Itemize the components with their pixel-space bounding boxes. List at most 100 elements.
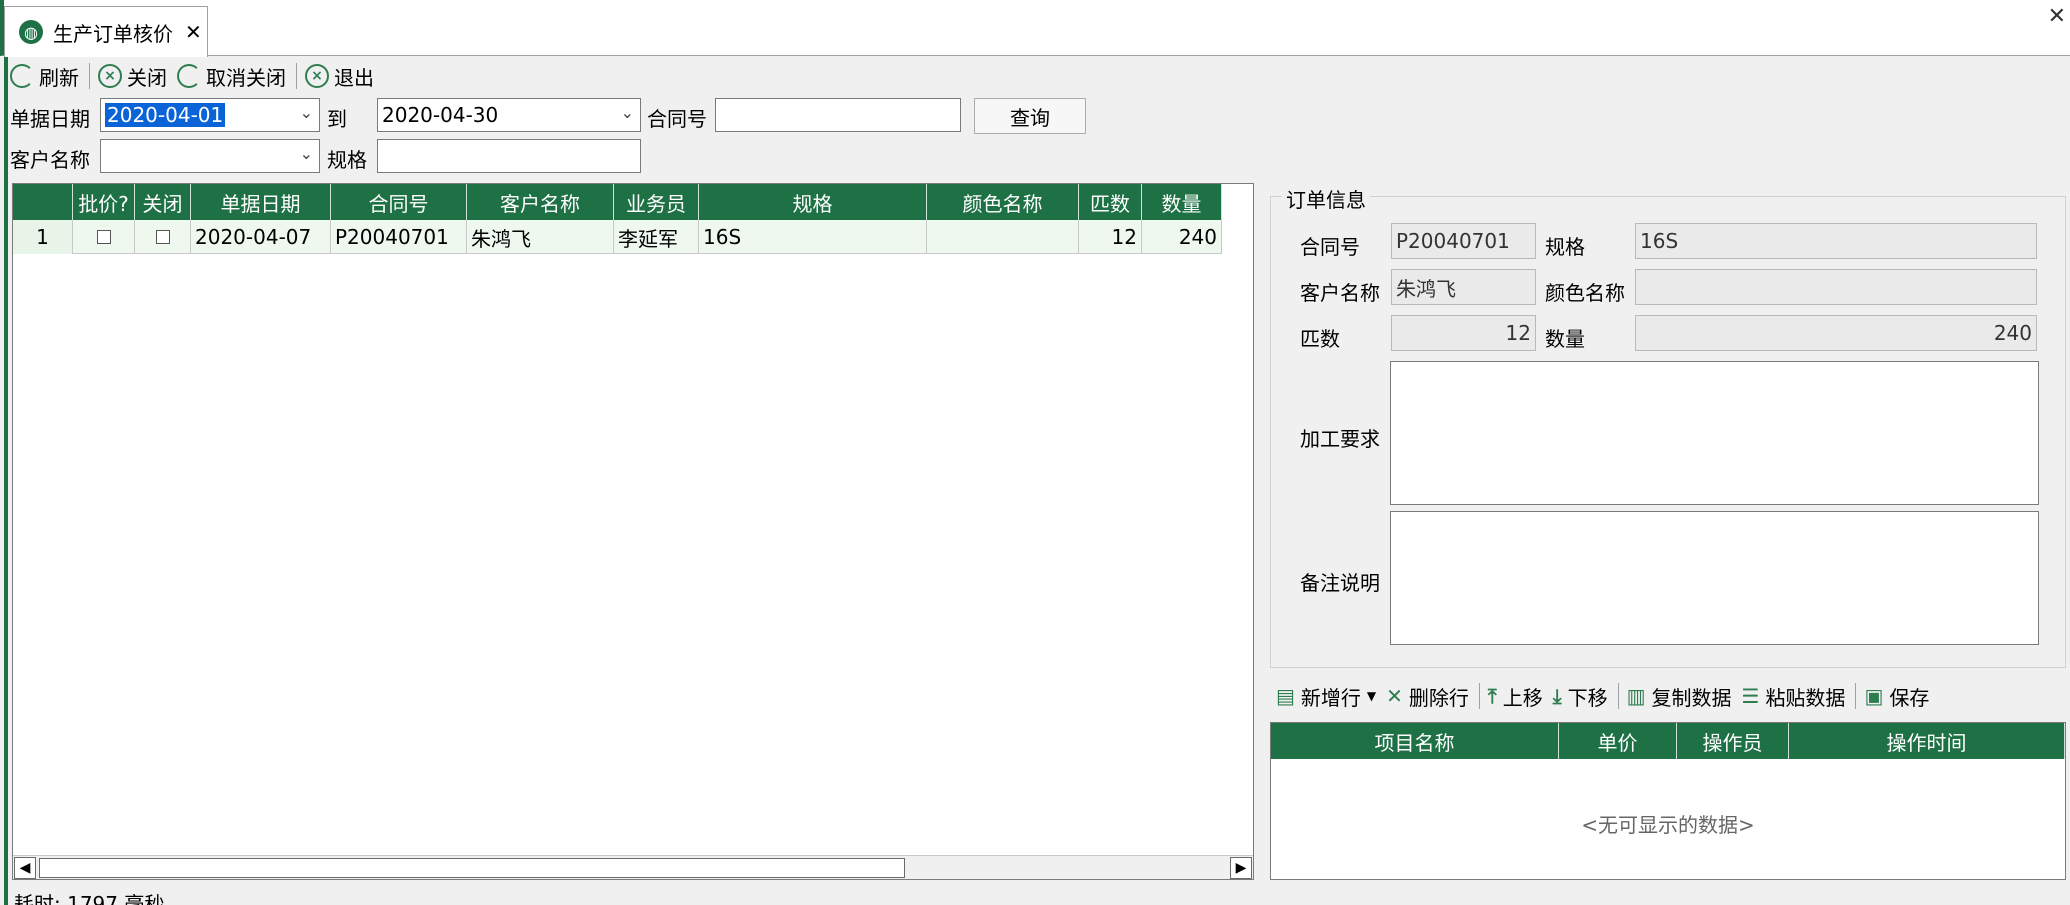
copy-icon: ▥: [1626, 684, 1646, 708]
list-icon: ☰: [1741, 684, 1760, 708]
delete-row-button[interactable]: ✕ 删除行: [1386, 682, 1469, 711]
tab-close-icon[interactable]: ✕: [185, 20, 202, 44]
spec-input[interactable]: [377, 139, 641, 173]
exit-icon: ×: [305, 64, 329, 88]
col-header-priced[interactable]: 批价?: [73, 184, 135, 220]
table-row[interactable]: 1 2020-04-07 P20040701 朱鸿飞 李延军 16S 12 24…: [13, 220, 1222, 254]
refresh-button[interactable]: 刷新: [10, 62, 79, 91]
toolbar-separator: [89, 63, 90, 89]
order-info-title: 订单信息: [1282, 184, 1370, 213]
add-row-button[interactable]: ▤ 新增行 ▼: [1276, 682, 1376, 711]
order-grid[interactable]: 批价? 关闭 单据日期 合同号 客户名称 业务员 规格 颜色名称 匹数 数量 1…: [12, 183, 1254, 880]
tab-order-pricing[interactable]: ◍ 生产订单核价 ✕: [4, 6, 208, 57]
col-header-contract[interactable]: 合同号: [331, 184, 467, 220]
col-header-item-name[interactable]: 项目名称: [1271, 723, 1559, 759]
date-to-value: 2020-04-30: [382, 103, 499, 127]
col-header-closed[interactable]: 关闭: [135, 184, 191, 220]
refresh-label: 刷新: [39, 65, 79, 90]
detail-grid-header: 项目名称 单价 操作员 操作时间: [1271, 723, 2065, 759]
dropdown-arrow-icon[interactable]: ▼: [1367, 689, 1376, 703]
close-circle-icon: ×: [98, 64, 122, 88]
tab-title: 生产订单核价: [53, 21, 173, 46]
grid-header: 批价? 关闭 单据日期 合同号 客户名称 业务员 规格 颜色名称 匹数 数量: [13, 184, 1222, 220]
delete-row-label: 删除行: [1408, 685, 1469, 710]
date-to-field[interactable]: 2020-04-30 ⌄: [377, 98, 641, 132]
detail-toolbar: ▤ 新增行 ▼ ✕ 删除行 ⤒ 上移 ⤓ 下移 ▥ 复制数据 ☰ 粘贴数据 ▣ …: [1276, 680, 1939, 712]
date-from-field[interactable]: 2020-04-01 ⌄: [100, 98, 320, 132]
exit-label: 退出: [334, 65, 374, 90]
info-customer-field[interactable]: 朱鸿飞: [1391, 269, 1536, 305]
col-header-pieces[interactable]: 匹数: [1079, 184, 1142, 220]
pricing-detail-grid[interactable]: 项目名称 单价 操作员 操作时间 <无可显示的数据>: [1270, 722, 2066, 880]
col-header-unit-price[interactable]: 单价: [1559, 723, 1677, 759]
col-header-color[interactable]: 颜色名称: [927, 184, 1079, 220]
toolbar-separator: [1617, 683, 1619, 709]
scroll-left-icon[interactable]: ◀: [14, 857, 36, 879]
chevron-down-icon[interactable]: ⌄: [621, 103, 634, 122]
cell-qty: 240: [1142, 220, 1222, 254]
priced-checkbox-cell[interactable]: [73, 220, 135, 254]
info-spec-field[interactable]: 16S: [1635, 223, 2037, 259]
col-header-date[interactable]: 单据日期: [191, 184, 331, 220]
close-button[interactable]: × 关闭: [98, 62, 167, 91]
chevron-down-icon[interactable]: ⌄: [300, 103, 313, 122]
closed-checkbox-cell[interactable]: [135, 220, 191, 254]
spec-label: 规格: [327, 148, 367, 172]
refresh-icon: [10, 64, 34, 88]
col-header-operator[interactable]: 操作员: [1677, 723, 1789, 759]
toolbar-separator: [1478, 683, 1480, 709]
scroll-right-icon[interactable]: ▶: [1230, 857, 1252, 879]
closed-checkbox[interactable]: [155, 230, 170, 244]
info-color-field[interactable]: [1635, 269, 2037, 305]
col-header-spec[interactable]: 规格: [699, 184, 927, 220]
paste-label: 粘贴数据: [1765, 685, 1846, 710]
move-up-button[interactable]: ⤒ 上移: [1488, 682, 1543, 711]
info-customer-label: 客户名称: [1300, 281, 1380, 305]
contract-input[interactable]: [715, 98, 961, 132]
remark-label: 备注说明: [1300, 571, 1380, 595]
cancel-close-button[interactable]: 取消关闭: [177, 62, 286, 91]
chevron-down-icon[interactable]: ⌄: [300, 144, 313, 163]
window-close-icon[interactable]: ✕: [2048, 4, 2066, 29]
save-icon: ▣: [1864, 684, 1884, 708]
add-row-icon: ▤: [1276, 684, 1295, 708]
col-header-customer[interactable]: 客户名称: [467, 184, 614, 220]
info-pieces-field[interactable]: 12: [1391, 315, 1536, 351]
main-toolbar: 刷新 × 关闭 取消关闭 × 退出: [10, 60, 384, 92]
date-from-value: 2020-04-01: [105, 103, 226, 127]
move-down-icon: ⤓: [1552, 684, 1562, 708]
refresh-icon: [177, 64, 201, 88]
delete-icon: ✕: [1386, 684, 1403, 708]
process-textarea[interactable]: [1390, 361, 2039, 505]
scrollbar-thumb[interactable]: [39, 858, 905, 878]
info-qty-field[interactable]: 240: [1635, 315, 2037, 351]
cell-color: [927, 220, 1079, 254]
info-pieces-label: 匹数: [1300, 327, 1340, 351]
customer-label: 客户名称: [10, 148, 90, 172]
info-contract-field[interactable]: P20040701: [1391, 223, 1536, 259]
move-up-label: 上移: [1502, 685, 1543, 710]
remark-textarea[interactable]: [1390, 511, 2039, 645]
globe-icon: ◍: [19, 20, 43, 44]
info-qty-label: 数量: [1545, 327, 1585, 351]
customer-select[interactable]: ⌄: [100, 139, 320, 173]
col-header-sales[interactable]: 业务员: [614, 184, 699, 220]
col-header-qty[interactable]: 数量: [1142, 184, 1222, 220]
save-button[interactable]: ▣ 保存: [1864, 682, 1929, 711]
paste-data-button[interactable]: ☰ 粘贴数据: [1742, 682, 1846, 711]
priced-checkbox[interactable]: [96, 230, 111, 244]
copy-label: 复制数据: [1651, 685, 1732, 710]
exit-button[interactable]: × 退出: [305, 62, 374, 91]
process-label: 加工要求: [1300, 427, 1380, 451]
cell-sales: 李延军: [614, 220, 699, 254]
date-label: 单据日期: [10, 107, 90, 131]
to-label: 到: [327, 107, 347, 131]
toolbar-separator: [1855, 683, 1857, 709]
move-down-button[interactable]: ⤓ 下移: [1553, 682, 1608, 711]
toolbar-separator: [296, 63, 297, 89]
copy-data-button[interactable]: ▥ 复制数据: [1627, 682, 1732, 711]
add-row-label: 新增行: [1300, 685, 1361, 710]
col-header-operate-time[interactable]: 操作时间: [1789, 723, 2065, 759]
horizontal-scrollbar[interactable]: ◀ ▶: [13, 855, 1253, 879]
query-button[interactable]: 查询: [974, 98, 1086, 134]
